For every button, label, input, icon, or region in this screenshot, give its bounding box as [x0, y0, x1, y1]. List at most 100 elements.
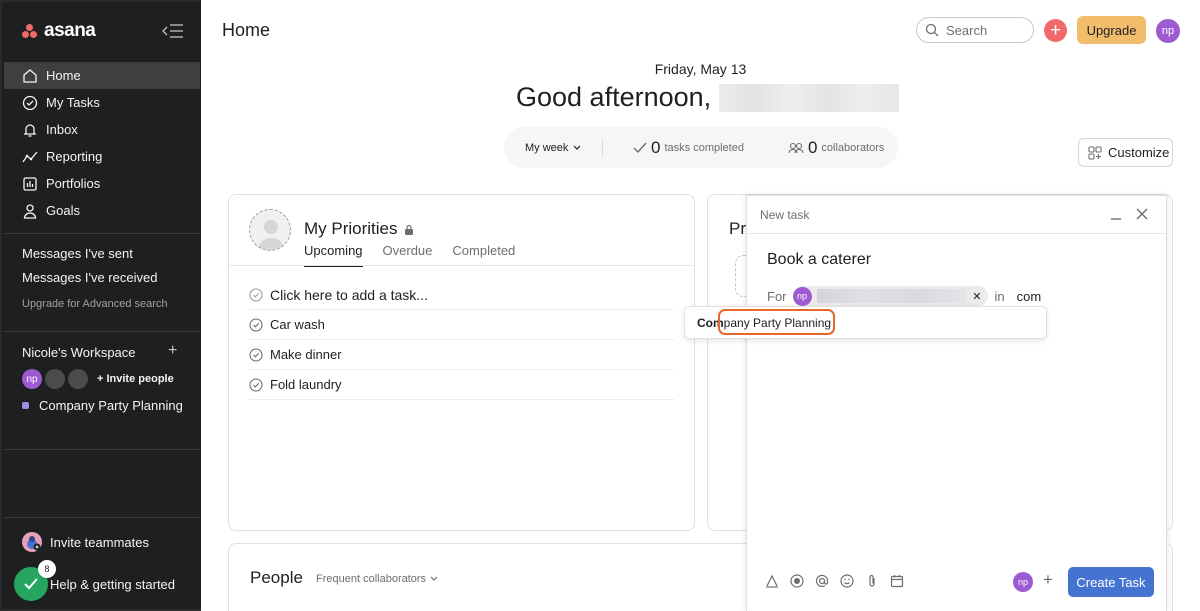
attachment-icon[interactable]	[865, 574, 879, 588]
tab-overdue[interactable]: Overdue	[383, 243, 433, 267]
card-title: Pr	[729, 219, 746, 238]
calendar-icon[interactable]	[890, 574, 904, 588]
add-task-label: Click here to add a task...	[270, 286, 428, 303]
close-icon[interactable]	[1135, 207, 1149, 221]
task-toolbar	[765, 574, 904, 588]
plus-icon: +	[1049, 20, 1062, 41]
project-label: Company Party Planning	[39, 398, 183, 413]
tabs-divider	[229, 265, 694, 266]
period-label: My week	[525, 141, 569, 154]
sidebar-item-portfolios[interactable]: Portfolios	[4, 170, 200, 197]
remove-assignee-icon[interactable]: ✕	[972, 290, 981, 303]
check-circle-icon[interactable]	[249, 377, 263, 392]
text-format-icon[interactable]	[765, 574, 779, 588]
task-row[interactable]: Fold laundry	[249, 370, 674, 400]
help-label: Help & getting started	[50, 576, 176, 592]
task-name-input[interactable]: Book a caterer	[767, 251, 871, 269]
assignee-row: For np ✕ in com	[767, 286, 1041, 306]
redacted-user-name	[719, 83, 900, 112]
tab-upcoming[interactable]: Upcoming	[304, 243, 363, 267]
user-avatar[interactable]: np	[1156, 19, 1180, 43]
invite-teammates-label: Invite teammates	[50, 534, 149, 550]
lock-icon	[404, 224, 413, 235]
avatar[interactable]: np	[22, 369, 42, 389]
minimize-icon[interactable]	[1109, 208, 1123, 222]
logo-wordmark: asana	[44, 20, 96, 41]
add-task-row[interactable]: Click here to add a task...	[249, 280, 674, 310]
notification-count-badge: 8	[38, 560, 56, 578]
sidebar-item-label: Reporting	[46, 149, 103, 164]
messages-received-link[interactable]: Messages I've received	[22, 270, 157, 285]
invite-teammates-button[interactable]: Invite teammates	[22, 532, 149, 552]
upgrade-search-link[interactable]: Upgrade for Advanced search	[22, 298, 168, 310]
search-input[interactable]: Search	[916, 17, 1034, 43]
check-circle-icon	[22, 95, 38, 110]
stats-divider	[602, 137, 603, 158]
chart-line-icon	[22, 151, 38, 162]
project-search-input[interactable]: com	[1017, 289, 1042, 304]
record-icon[interactable]	[790, 574, 804, 588]
home-icon	[23, 68, 37, 83]
card-title-text: My Priorities	[304, 219, 398, 238]
check-circle-icon[interactable]	[249, 317, 263, 332]
sidebar-item-label: Goals	[46, 203, 80, 218]
greeting-text: Good afternoon,	[516, 82, 712, 112]
add-collaborator-icon[interactable]: +	[1043, 570, 1053, 590]
workspace-title[interactable]: Nicole's Workspace	[22, 345, 136, 360]
sidebar-divider	[4, 233, 200, 234]
tab-completed[interactable]: Completed	[452, 243, 515, 267]
workspace-members: np + Invite people	[22, 369, 174, 389]
chevron-down-icon	[573, 145, 581, 150]
sidebar-divider	[4, 449, 200, 450]
card-title: People	[250, 568, 303, 587]
in-label: in	[994, 288, 1005, 304]
sidebar-item-label: My Tasks	[46, 95, 100, 110]
tasks-completed-stat: 0 tasks completed	[633, 138, 744, 158]
people-filter-dropdown[interactable]: Frequent collaborators	[316, 573, 438, 585]
task-row[interactable]: Make dinner	[249, 340, 674, 370]
collapse-sidebar-icon[interactable]	[162, 23, 184, 39]
page-title: Home	[222, 20, 271, 40]
click-highlight-ring	[718, 309, 835, 335]
customize-label: Customize	[1108, 145, 1170, 160]
period-dropdown[interactable]: My week	[504, 142, 602, 154]
sidebar-item-project[interactable]: Company Party Planning	[22, 398, 183, 413]
create-task-button[interactable]: Create Task	[1068, 567, 1154, 597]
avatar[interactable]: np	[1013, 572, 1033, 592]
sidebar-divider	[4, 517, 200, 518]
task-name: Make dinner	[270, 347, 342, 362]
task-name: Car wash	[270, 317, 325, 332]
sidebar-item-label: Home	[46, 68, 81, 83]
invite-people-button[interactable]: + Invite people	[97, 373, 174, 385]
asana-logo[interactable]: asana	[22, 20, 96, 42]
tasks-completed-label: tasks completed	[664, 141, 744, 154]
assignee-chip[interactable]: np ✕	[792, 286, 988, 306]
sidebar-item-inbox[interactable]: Inbox	[4, 116, 200, 143]
check-circle-icon[interactable]	[249, 347, 263, 362]
customize-button[interactable]: Customize	[1078, 138, 1173, 167]
tasks-completed-count: 0	[651, 137, 661, 157]
sidebar: asana Home My Tasks Inbox Reporting Port…	[0, 0, 201, 611]
sidebar-item-label: Inbox	[46, 122, 78, 137]
help-getting-started-button[interactable]: 8 Help & getting started	[12, 560, 202, 603]
greeting: Good afternoon,	[516, 82, 900, 113]
sidebar-item-my-tasks[interactable]: My Tasks	[4, 89, 200, 116]
messages-sent-link[interactable]: Messages I've sent	[22, 246, 133, 261]
check-icon	[633, 142, 647, 153]
search-icon	[925, 23, 939, 37]
add-icon[interactable]: +	[168, 342, 177, 360]
checkmark-icon: 8	[12, 560, 56, 603]
redacted-assignee-name	[816, 289, 967, 303]
upgrade-button[interactable]: Upgrade	[1077, 16, 1146, 44]
quick-add-button[interactable]: +	[1044, 19, 1067, 42]
sidebar-item-reporting[interactable]: Reporting	[4, 143, 200, 170]
sidebar-item-home[interactable]: Home	[4, 62, 200, 89]
task-row[interactable]: Car wash	[249, 310, 674, 340]
avatar: np	[792, 286, 812, 306]
invite-avatar-icon	[22, 532, 42, 552]
sidebar-divider	[4, 331, 200, 332]
collaborators-count: 0	[807, 137, 818, 157]
emoji-icon[interactable]	[840, 574, 854, 588]
sidebar-item-goals[interactable]: Goals	[4, 197, 200, 224]
mention-icon[interactable]	[815, 574, 829, 588]
